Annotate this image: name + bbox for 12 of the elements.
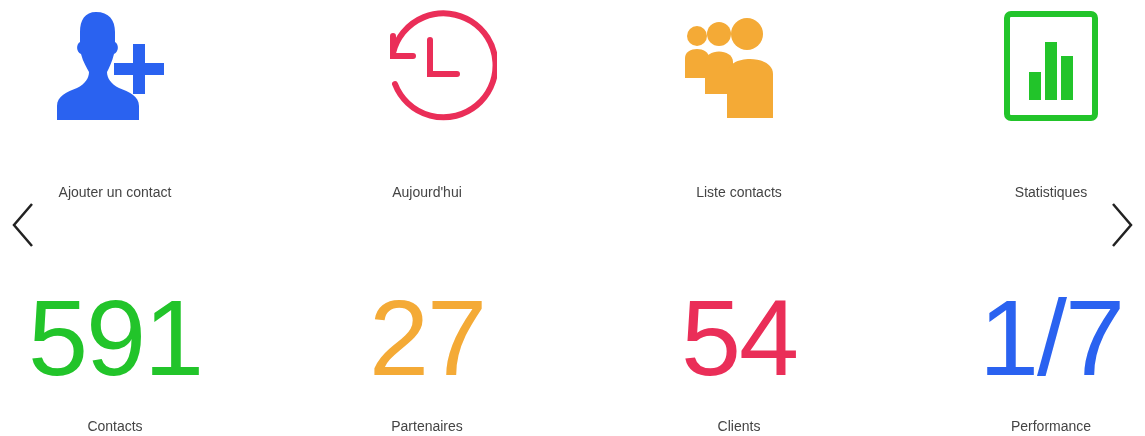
stat-value: 27 — [368, 284, 486, 392]
stat-label: Performance — [1010, 418, 1092, 434]
stat-value: 591 — [27, 284, 203, 392]
shortcut-label[interactable]: Aujourd'hui — [392, 184, 462, 200]
stat-value: 54 — [680, 284, 798, 392]
stat-label: Partenaires — [391, 418, 463, 434]
stat-label: Contacts — [87, 418, 143, 434]
shortcut-label[interactable]: Statistiques — [1014, 184, 1088, 200]
stat-value: 1/7 — [978, 284, 1124, 392]
shortcut-label[interactable]: Liste contacts — [696, 184, 782, 200]
stat-label: Clients — [717, 418, 761, 434]
shortcut-label[interactable]: Ajouter un contact — [58, 184, 172, 200]
